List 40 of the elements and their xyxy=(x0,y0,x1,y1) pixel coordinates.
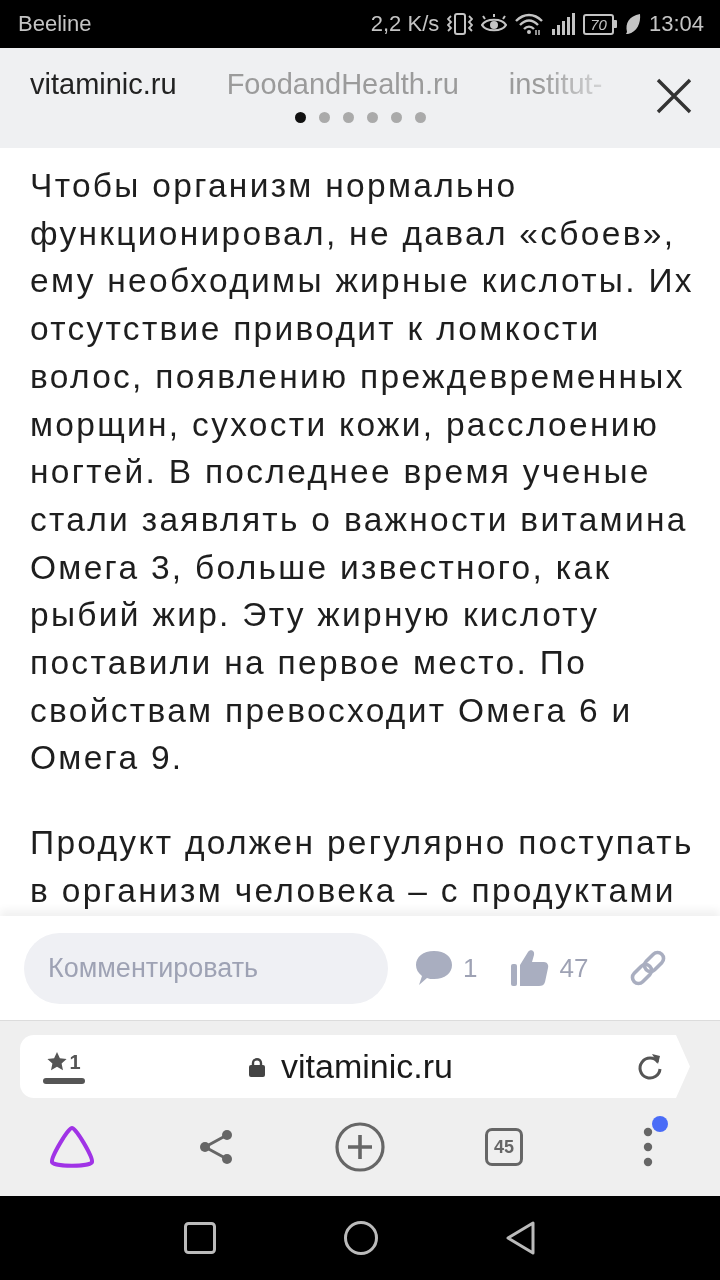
triangle-icon xyxy=(506,1221,536,1255)
leaf-icon xyxy=(624,13,641,35)
lock-icon xyxy=(249,1056,266,1077)
network-speed: 2,2 K/s xyxy=(370,11,440,37)
recents-button[interactable] xyxy=(184,1222,216,1254)
comment-field[interactable]: Комментировать xyxy=(24,932,388,1004)
reload-icon xyxy=(636,1052,664,1081)
plus-circle-icon xyxy=(335,1122,385,1172)
circle-icon xyxy=(344,1221,378,1255)
new-tab-button[interactable] xyxy=(335,1122,385,1172)
menu-icon xyxy=(643,1127,653,1167)
source-tab[interactable]: vitaminic.ru xyxy=(30,68,177,100)
clock-time: 13:04 xyxy=(648,11,704,37)
speech-bubble-icon xyxy=(415,950,453,986)
comments-button[interactable]: 1 xyxy=(415,950,478,986)
share-button[interactable] xyxy=(198,1128,234,1166)
share-icon xyxy=(198,1128,234,1166)
thumbs-up-icon xyxy=(511,949,550,987)
home-button[interactable] xyxy=(344,1221,378,1255)
carrier-name: Beeline xyxy=(18,11,93,37)
rounded-triangle-icon xyxy=(49,1126,95,1168)
url-text: vitaminic.ru xyxy=(281,1047,453,1086)
tabs-button[interactable]: 45 xyxy=(485,1128,523,1166)
back-button[interactable] xyxy=(506,1221,536,1255)
star-icon xyxy=(47,1051,68,1071)
wifi-icon xyxy=(515,13,544,35)
article-paragraph: Чтобы организм нормально функционировал, не давал «сбоев», ему необходимы жирные кислоты. Их отсутствие приводит к ломкости волос, появлению преждевременных морщин, сухости кожи, расслоению ногтей. В последнее время ученые стали заявлять о важности витамина Омега 3, больше известного, как рыбий жир. Эту жирную кислоту поставили на первое место. По свойствам превосходит Омега 6 и Омега 9. xyxy=(30,166,695,779)
eye-icon xyxy=(481,14,508,34)
battery-indicator: 70 xyxy=(583,13,617,35)
likes-button[interactable]: 47 xyxy=(511,949,589,987)
vibrate-icon xyxy=(447,13,474,35)
close-icon xyxy=(655,77,693,115)
close-button[interactable] xyxy=(655,77,693,115)
article-paragraph: Продукт должен регулярно поступать в организм человека – с продуктами xyxy=(30,823,695,911)
signal-icon xyxy=(551,13,576,35)
address-bar[interactable]: 1 vitaminic.ru xyxy=(20,1035,690,1098)
bookmarks-button[interactable]: 1 xyxy=(42,1049,86,1084)
assistant-button[interactable] xyxy=(49,1126,95,1168)
square-icon xyxy=(184,1222,216,1254)
reload-button[interactable] xyxy=(636,1052,664,1081)
